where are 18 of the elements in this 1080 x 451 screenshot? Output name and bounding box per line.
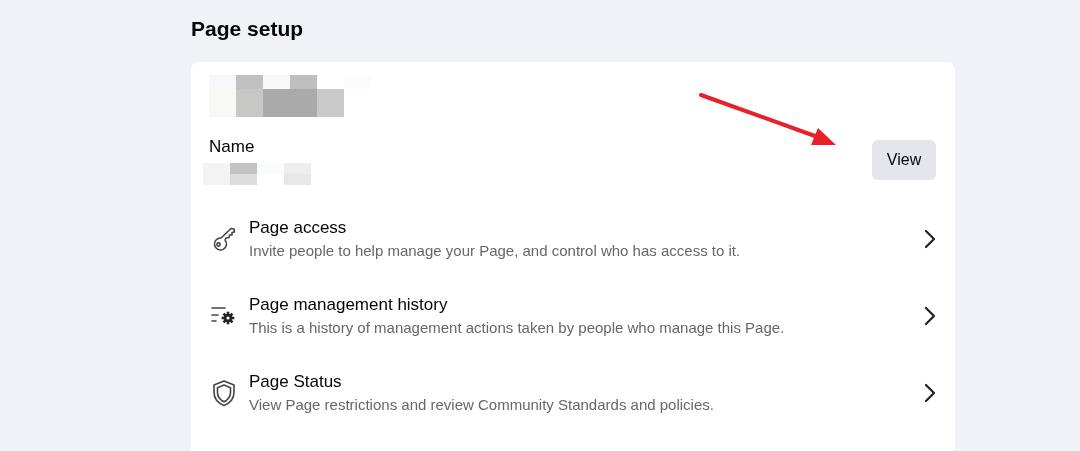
row-description: Invite people to help manage your Page, and control who has access to it. — [249, 240, 742, 261]
row-title: Page access — [249, 216, 348, 239]
chevron-right-icon — [924, 228, 936, 249]
row-title: Page management history — [249, 293, 449, 316]
row-description: This is a history of management actions taken by people who manage this Page. — [249, 317, 786, 338]
shield-icon — [211, 378, 237, 407]
section-heading: Page setup — [191, 16, 305, 42]
key-icon — [211, 225, 237, 252]
settings-row[interactable]: Page access Invite people to help manage your Page, and control who has access to it. — [201, 200, 944, 277]
row-title: Page Status — [249, 370, 343, 393]
chevron-right-icon — [924, 382, 936, 403]
view-button[interactable]: View — [872, 140, 936, 180]
row-description: View Page restrictions and review Community Standards and policies. — [249, 394, 715, 415]
settings-row[interactable]: Page Status View Page restrictions and review Community Standards and policies. — [201, 354, 944, 431]
list-gear-icon — [211, 304, 237, 327]
settings-row[interactable]: Page management history This is a history of management actions taken by people who manage this Page. — [201, 277, 944, 354]
name-label: Name — [209, 136, 256, 158]
chevron-right-icon — [924, 305, 936, 326]
